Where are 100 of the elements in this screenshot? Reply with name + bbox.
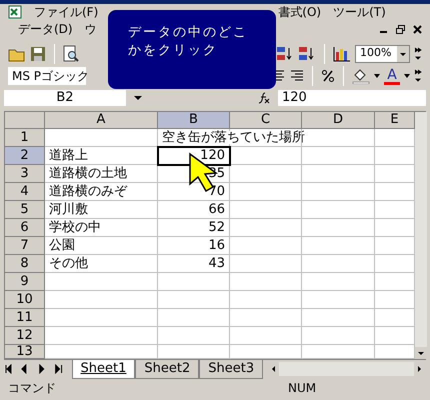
grid-cell[interactable] (230, 254, 302, 273)
grid-cell[interactable] (230, 290, 302, 309)
sheet-tab[interactable]: Sheet2 (135, 358, 200, 380)
percent-icon[interactable] (321, 69, 335, 84)
grid-cell[interactable] (302, 236, 375, 255)
menu-item[interactable]: ツール(T) (329, 3, 390, 22)
grid-cell[interactable] (302, 344, 375, 359)
print-preview-icon[interactable] (63, 44, 79, 63)
save-icon[interactable] (30, 46, 46, 62)
grid-cell[interactable]: 河川敷 (45, 200, 158, 219)
grid-cell[interactable] (230, 200, 302, 219)
row-header[interactable]: 2 (5, 146, 45, 165)
row-header[interactable]: 9 (5, 272, 45, 291)
font-color-button[interactable]: A (384, 68, 400, 85)
name-box[interactable]: B2 (4, 90, 126, 106)
grid-cell[interactable] (230, 308, 302, 327)
sort-ascending-icon[interactable] (276, 46, 294, 62)
overflow-icon[interactable] (414, 69, 422, 84)
row-header[interactable]: 4 (5, 182, 45, 201)
fill-color-icon[interactable] (352, 68, 370, 84)
grid-cell[interactable] (45, 272, 158, 291)
grid-cell[interactable] (302, 254, 375, 273)
caret-icon[interactable] (134, 96, 142, 100)
row-header[interactable]: 1 (5, 128, 45, 147)
grid-cell[interactable]: 52 (158, 218, 230, 237)
grid-cell[interactable] (302, 290, 375, 309)
grid-cell[interactable] (302, 164, 375, 183)
grid-cell[interactable] (45, 128, 158, 147)
grid-cell[interactable]: 学校の中 (45, 218, 158, 237)
row-header[interactable]: 10 (5, 290, 45, 309)
row-header[interactable]: 6 (5, 218, 45, 237)
function-icon[interactable] (258, 92, 270, 104)
column-header[interactable]: C (230, 112, 302, 129)
row-header[interactable]: 3 (5, 164, 45, 183)
overflow-icon[interactable] (414, 46, 422, 61)
column-header[interactable]: D (302, 112, 375, 129)
column-header[interactable]: A (45, 112, 158, 129)
grid-cell[interactable] (230, 344, 302, 359)
grid-cell[interactable] (45, 326, 158, 345)
grid-cell[interactable]: 16 (158, 236, 230, 255)
sheet-tab[interactable]: Sheet1 (72, 358, 136, 380)
align-right-icon[interactable] (290, 70, 304, 82)
grid-cell[interactable]: 43 (158, 254, 230, 273)
grid-cell[interactable] (158, 308, 230, 327)
row-header[interactable]: 11 (5, 308, 45, 327)
grid-cell[interactable]: 120 (158, 146, 230, 165)
grid-cell[interactable] (302, 146, 375, 165)
menu-item[interactable]: ファイル(F) (30, 3, 102, 22)
grid-cell[interactable] (158, 344, 230, 359)
column-header[interactable]: E (375, 112, 415, 129)
restore-icon[interactable] (396, 24, 405, 34)
instruction-tooltip: データの中のどこかをクリック (108, 10, 276, 89)
cell-text: その他 (49, 256, 88, 270)
grid-cell[interactable] (302, 182, 375, 201)
grid-cell[interactable] (230, 182, 302, 201)
zoom-dropdown[interactable]: 100% (355, 44, 410, 63)
caret-icon[interactable] (374, 74, 380, 78)
grid-cell[interactable] (302, 272, 375, 291)
scroll-down-icon[interactable] (415, 346, 427, 359)
grid-cell[interactable] (230, 164, 302, 183)
menu-item[interactable]: データ(D) (14, 20, 77, 38)
grid-cell[interactable] (158, 290, 230, 309)
grid-cell[interactable]: 道路横の土地 (45, 164, 158, 183)
grid-cell[interactable]: 66 (158, 200, 230, 219)
row-header[interactable]: 13 (5, 344, 45, 359)
grid-cell[interactable] (302, 308, 375, 327)
grid-cell[interactable] (45, 290, 158, 309)
row-header[interactable]: 5 (5, 200, 45, 219)
grid-cell[interactable] (302, 326, 375, 345)
grid-cell[interactable]: 道路上 (45, 146, 158, 165)
caret-icon[interactable] (404, 74, 410, 78)
select-all-corner[interactable] (5, 112, 45, 129)
grid-cell[interactable] (45, 344, 158, 359)
grid-cell[interactable] (230, 326, 302, 345)
grid-cell[interactable] (45, 308, 158, 327)
formula-field[interactable]: 120 (278, 90, 426, 106)
column-header[interactable]: B (158, 112, 230, 129)
grid-cell[interactable] (230, 146, 302, 165)
row-header[interactable]: 7 (5, 236, 45, 255)
menu-item[interactable]: ウ (80, 20, 101, 38)
grid-cell[interactable] (302, 218, 375, 237)
grid-cell[interactable] (230, 218, 302, 237)
grid-cell[interactable]: その他 (45, 254, 158, 273)
row-header[interactable]: 12 (5, 326, 45, 345)
grid-cell[interactable] (230, 272, 302, 291)
row-header[interactable]: 8 (5, 254, 45, 273)
vertical-scrollbar[interactable] (415, 112, 427, 359)
sort-descending-icon[interactable] (298, 46, 316, 62)
font-field[interactable]: MS Pゴシック (8, 67, 86, 86)
close-icon[interactable] (413, 24, 422, 34)
chart-icon[interactable] (333, 46, 351, 62)
grid-cell[interactable] (158, 272, 230, 291)
grid-cell[interactable]: 道路横のみぞ (45, 182, 158, 201)
menu-item[interactable]: 書式(O) (274, 3, 326, 22)
grid-cell[interactable]: 公園 (45, 236, 158, 255)
status-mode: コマンド (8, 380, 57, 397)
sheet-tab[interactable]: Sheet3 (199, 358, 264, 380)
grid-cell[interactable] (302, 200, 375, 219)
grid-cell[interactable] (158, 326, 230, 345)
grid-cell[interactable] (230, 236, 302, 255)
